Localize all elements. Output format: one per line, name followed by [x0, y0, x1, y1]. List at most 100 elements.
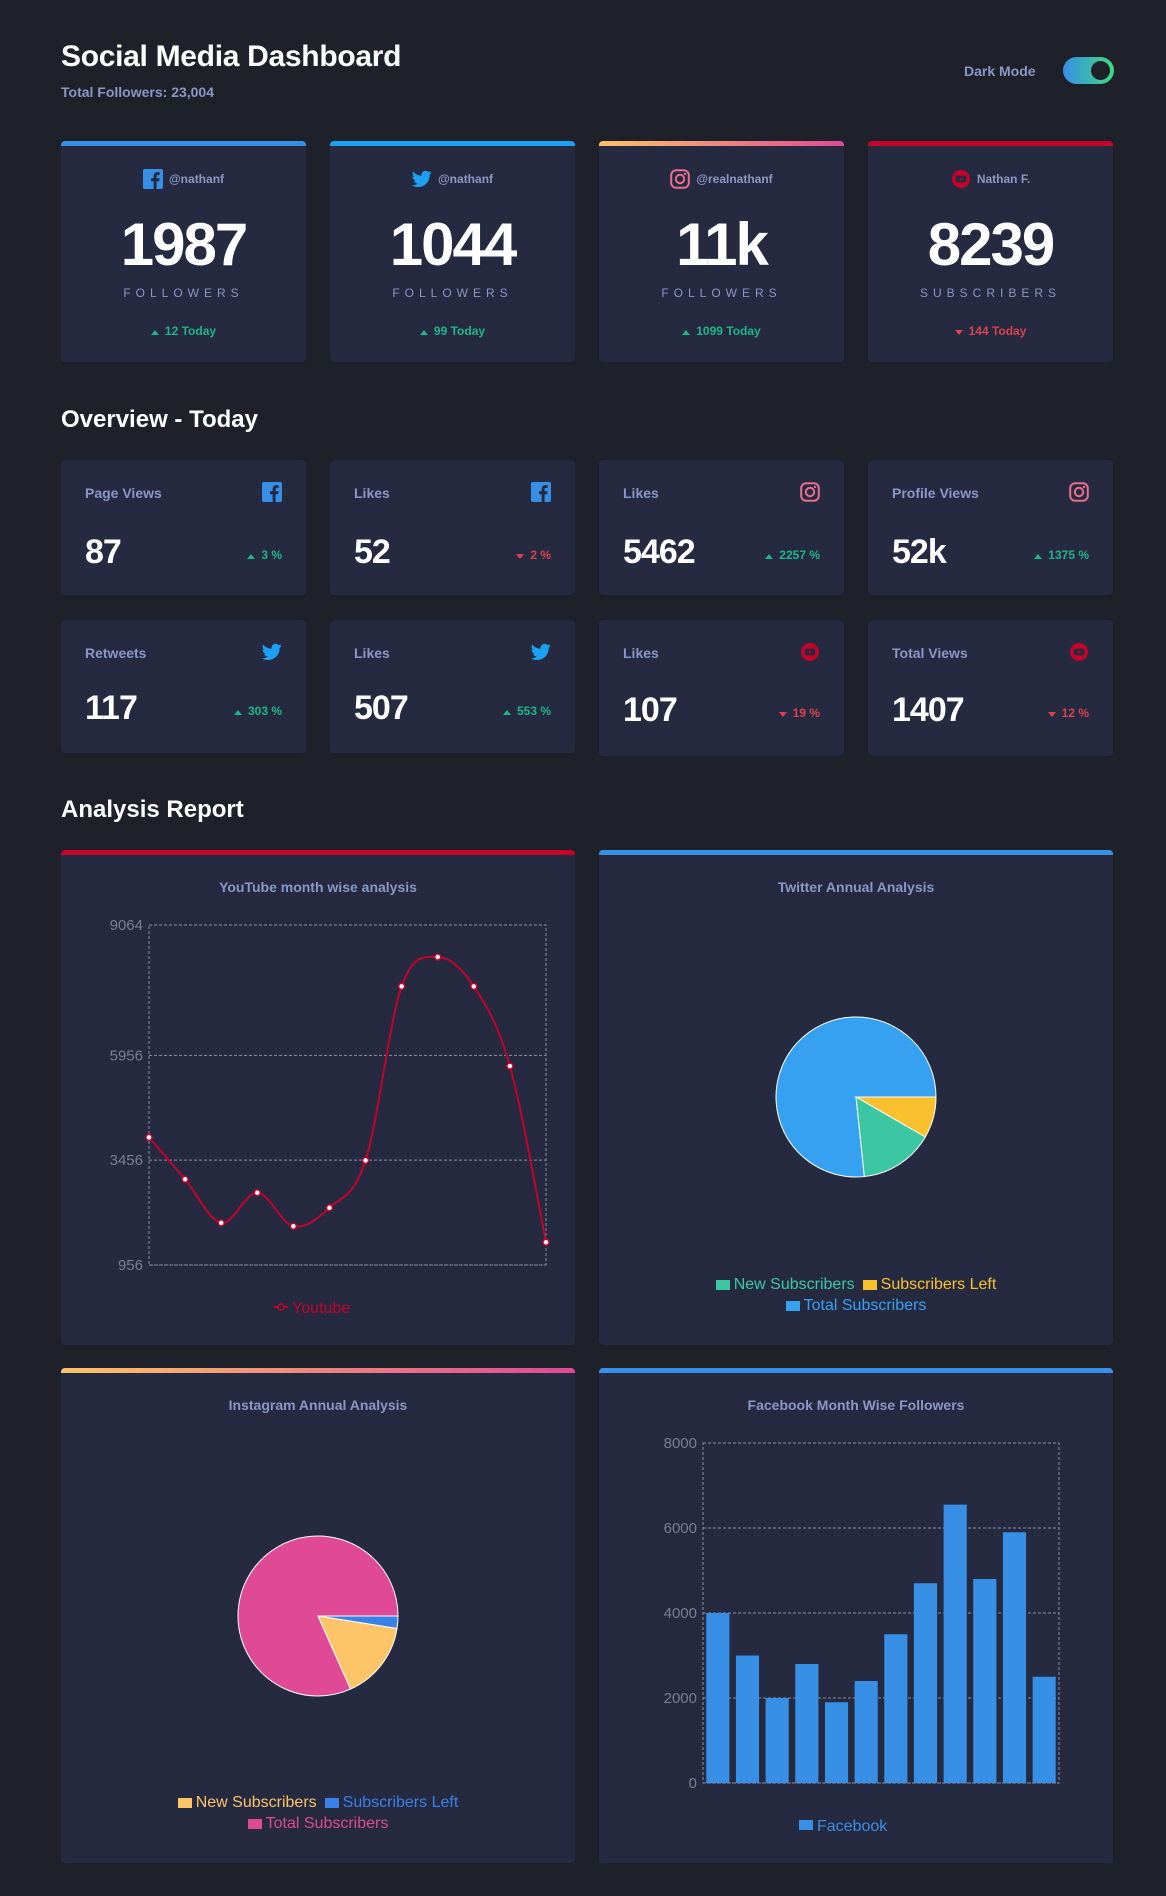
bar[interactable]	[795, 1664, 819, 1783]
y-tick-label: 8000	[664, 1435, 697, 1452]
change-value: 3 %	[261, 548, 282, 562]
facebook-bar-chart: 8000 6000 4000 2000 0 Facebook	[664, 1435, 1060, 1835]
overview-card[interactable]: Likes 107 19 %	[599, 620, 844, 756]
overview-card[interactable]: Likes 52 2 %	[330, 460, 575, 595]
overview-card[interactable]: Total Views 1407 12 %	[868, 620, 1113, 756]
instagram-pie-chart	[237, 1535, 399, 1697]
arrow-down-icon	[516, 548, 530, 562]
arrow-up-icon	[150, 324, 165, 338]
platform-card-facebook[interactable]: @nathanf 1987 FOLLOWERS 12 Today	[61, 141, 306, 362]
data-point[interactable]	[506, 1062, 514, 1070]
follower-count: 1987	[120, 211, 248, 278]
today-change: 144 Today	[868, 324, 1113, 338]
data-point[interactable]	[433, 953, 442, 961]
change-value: 1375 %	[1048, 548, 1089, 562]
overview-title: Overview - Today	[61, 406, 258, 433]
legend-label: Facebook	[817, 1818, 888, 1835]
metric-value: 52k	[892, 533, 947, 571]
today-value: 12 Today	[164, 324, 217, 338]
legend-swatch	[177, 1798, 192, 1808]
dark-mode-label: Dark Mode	[964, 63, 1036, 79]
overview-card[interactable]: Retweets 117 303 %	[61, 620, 306, 753]
legend-item[interactable]: Total Subscribers	[785, 1296, 926, 1316]
bar[interactable]	[1002, 1532, 1027, 1783]
page-title: Social Media Dashboard	[61, 40, 402, 73]
arrow-up-icon	[682, 324, 696, 338]
chart-legend: New Subscribers Subscribers Left Total Su…	[599, 1275, 1113, 1317]
data-point[interactable]	[397, 982, 406, 991]
follower-count: 1044	[389, 211, 517, 278]
bar[interactable]	[943, 1504, 967, 1783]
bar[interactable]	[913, 1583, 938, 1783]
card-top-bar	[868, 141, 1113, 146]
bar[interactable]	[884, 1634, 908, 1783]
legend-item[interactable]: Subscribers Left	[324, 1793, 458, 1813]
today-value: 1099 Today	[696, 324, 761, 338]
data-point[interactable]	[217, 1219, 225, 1227]
arrow-up-icon	[419, 324, 434, 338]
handle-row: @nathanf	[330, 169, 575, 189]
overview-card[interactable]: Likes 5462 2257 %	[599, 460, 844, 595]
data-point[interactable]	[145, 1133, 153, 1142]
metric-value: 117	[85, 689, 138, 727]
overview-card[interactable]: Likes 507 553 %	[330, 620, 575, 753]
youtube-icon	[800, 642, 820, 667]
metric-value: 507	[354, 689, 409, 727]
arrow-up-icon	[765, 548, 779, 562]
y-tick-label: 9064	[110, 917, 143, 934]
legend-item[interactable]: Facebook	[799, 1818, 888, 1835]
bar[interactable]	[706, 1613, 730, 1783]
series-line	[148, 955, 547, 1243]
legend-swatch	[785, 1301, 800, 1311]
bar[interactable]	[1032, 1676, 1056, 1783]
bar[interactable]	[765, 1698, 789, 1783]
metric-label: Total Views	[892, 645, 968, 661]
data-point[interactable]	[181, 1175, 189, 1184]
handle-row: @realnathanf	[599, 169, 844, 189]
facebook-chart-card: Facebook Month Wise Followers 8000 6000 40…	[599, 1368, 1113, 1863]
platform-card-twitter[interactable]: @nathanf 1044 FOLLOWERS 99 Today	[330, 141, 575, 362]
data-point[interactable]	[470, 982, 478, 991]
data-point[interactable]	[325, 1204, 334, 1212]
dark-mode-toggle[interactable]	[1063, 57, 1114, 84]
data-point[interactable]	[289, 1222, 298, 1231]
change-value: 303 %	[247, 704, 282, 718]
arrow-up-icon	[1034, 548, 1048, 562]
legend-swatch	[324, 1798, 339, 1808]
twitter-icon	[530, 642, 551, 667]
metric-label: Profile Views	[892, 485, 979, 501]
bar[interactable]	[854, 1681, 878, 1783]
instagram-icon	[1069, 482, 1089, 507]
legend-swatch	[715, 1280, 730, 1290]
today-value: 99 Today	[433, 324, 486, 338]
overview-card[interactable]: Page Views 87 3 %	[61, 460, 306, 595]
data-point[interactable]	[542, 1238, 550, 1246]
legend-item[interactable]: New Subscribers	[715, 1275, 855, 1295]
legend-item[interactable]: Subscribers Left	[862, 1275, 997, 1295]
metric-label: Likes	[623, 645, 659, 661]
y-tick-label: 956	[118, 1257, 143, 1274]
total-followers: Total Followers: 23,004	[61, 84, 215, 100]
bar[interactable]	[735, 1655, 760, 1784]
arrow-down-icon	[778, 706, 793, 720]
overview-card[interactable]: Profile Views 52k 1375 %	[868, 460, 1113, 595]
data-point[interactable]	[253, 1188, 262, 1197]
platform-card-instagram[interactable]: @realnathanf 11k FOLLOWERS 1099 Today	[599, 141, 844, 362]
y-tick-label: 2000	[664, 1690, 697, 1707]
arrow-up-icon	[233, 704, 248, 718]
legend-item[interactable]: Youtube	[274, 1300, 350, 1317]
legend-item[interactable]: New Subscribers	[177, 1793, 317, 1813]
bar[interactable]	[824, 1702, 849, 1783]
platform-card-youtube[interactable]: Nathan F. 8239 SUBSCRIBERS 144 Today	[868, 141, 1113, 362]
legend-label: Subscribers Left	[880, 1276, 997, 1293]
metric-label: Likes	[354, 645, 390, 661]
metric-change: 2 %	[516, 548, 551, 562]
handle: @realnathanf	[696, 172, 773, 186]
handle-row: @nathanf	[61, 169, 306, 189]
bar[interactable]	[973, 1579, 997, 1783]
data-point[interactable]	[361, 1156, 370, 1165]
legend-item[interactable]: Total Subscribers	[247, 1814, 388, 1834]
arrow-down-icon	[1047, 706, 1062, 720]
follower-count: 11k	[676, 211, 769, 278]
analysis-title: Analysis Report	[61, 796, 244, 823]
